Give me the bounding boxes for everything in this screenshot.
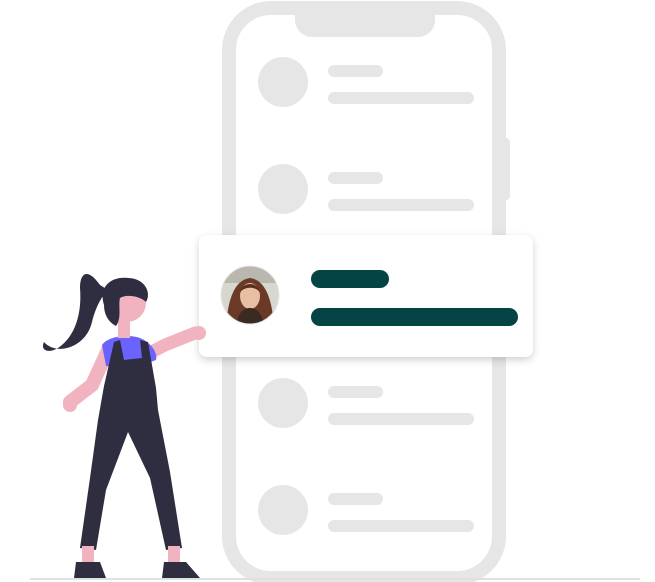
placeholder-line-short	[328, 493, 383, 505]
card-line-long	[311, 308, 518, 326]
hand-right	[192, 326, 206, 340]
shoe-left	[74, 562, 106, 578]
placeholder-avatar	[258, 164, 308, 214]
arm-left	[63, 343, 115, 409]
placeholder-row-3	[258, 378, 474, 428]
illustration	[30, 1, 640, 582]
placeholder-row-1	[258, 57, 474, 107]
highlighted-contact-card[interactable]	[199, 235, 533, 357]
woman-figure	[42, 273, 206, 578]
shoe-right	[162, 562, 200, 578]
placeholder-avatar	[258, 378, 308, 428]
placeholder-line-long	[328, 92, 474, 104]
card-line-short	[311, 270, 389, 288]
placeholder-line-short	[328, 65, 383, 77]
phone-notch	[295, 8, 435, 37]
placeholder-avatar	[258, 485, 308, 535]
placeholder-line-long	[328, 199, 474, 211]
hand-left	[63, 398, 77, 412]
phone-side-button	[500, 138, 510, 200]
placeholder-row-4	[258, 485, 474, 535]
placeholder-row-2	[258, 164, 474, 214]
placeholder-line-long	[328, 520, 474, 532]
placeholder-line-long	[328, 413, 474, 425]
ankle-right	[168, 546, 180, 562]
ankle-left	[82, 546, 94, 562]
placeholder-line-short	[328, 386, 383, 398]
placeholder-avatar	[258, 57, 308, 107]
hair-ponytail	[42, 273, 109, 351]
placeholder-line-short	[328, 172, 383, 184]
